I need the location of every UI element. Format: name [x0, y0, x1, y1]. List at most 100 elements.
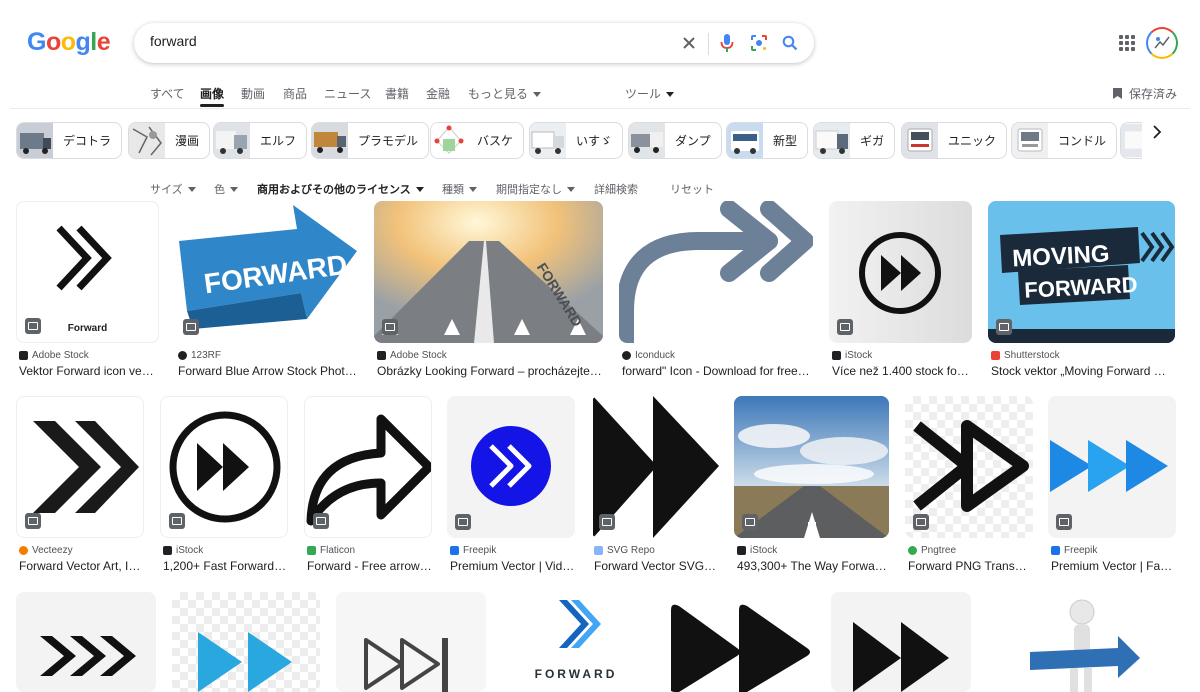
microphone-icon[interactable] — [716, 32, 738, 54]
search-icon[interactable] — [779, 32, 801, 54]
result-image[interactable] — [829, 201, 972, 343]
result-image[interactable] — [16, 396, 144, 538]
image-badge-icon — [913, 514, 929, 530]
result-title[interactable]: Forward Blue Arrow Stock Photo… — [178, 364, 358, 378]
result-title[interactable]: Více než 1.400 stock fot… — [832, 364, 972, 378]
result-image[interactable] — [831, 592, 971, 692]
tools-button[interactable]: ツール — [625, 85, 675, 102]
source-favicon — [832, 351, 841, 360]
result-image[interactable] — [734, 396, 889, 538]
result-title[interactable]: Forward Vector SVG … — [594, 559, 719, 573]
result-title[interactable]: Stock vektor „Moving Forward Wo… — [991, 364, 1175, 378]
filter-reset[interactable]: リセット — [670, 181, 714, 197]
result-image[interactable]: FORWARD — [374, 201, 603, 343]
result-source[interactable]: Adobe Stock — [377, 350, 447, 361]
result-image[interactable] — [986, 592, 1176, 692]
result-source[interactable]: Adobe Stock — [19, 350, 89, 361]
result-image[interactable] — [447, 396, 575, 538]
result-image[interactable] — [1048, 396, 1176, 538]
result-image[interactable] — [619, 201, 813, 343]
chip-new-model[interactable]: 新型 — [726, 122, 809, 159]
result-title[interactable]: Premium Vector | Fas… — [1051, 559, 1176, 573]
chip-basketball[interactable]: バスケ — [430, 122, 525, 159]
chip-plamodel[interactable]: プラモデル — [311, 122, 430, 159]
result-title[interactable]: Obrázky Looking Forward – procházejte f… — [377, 364, 603, 378]
result-image[interactable]: Forward — [16, 201, 159, 343]
filter-size[interactable]: サイズ — [150, 181, 196, 197]
tab-images[interactable]: 画像 — [200, 85, 224, 102]
chip-giga[interactable]: ギガ — [813, 122, 896, 159]
account-avatar[interactable] — [1146, 27, 1178, 59]
tab-videos[interactable]: 動画 — [241, 85, 265, 102]
apps-grid-icon[interactable] — [1119, 35, 1135, 51]
filter-license[interactable]: 商用およびその他のライセンス — [257, 181, 424, 197]
result-title[interactable]: Forward Vector Art, Ic… — [19, 559, 144, 573]
result-title[interactable]: Forward PNG Transp… — [908, 559, 1033, 573]
result-source[interactable]: SVG Repo — [594, 545, 655, 556]
filter-advanced[interactable]: 詳細検索 — [594, 181, 638, 197]
result-title[interactable]: Forward - Free arrow… — [307, 559, 432, 573]
google-logo[interactable]: Google — [27, 28, 111, 57]
chip-unic[interactable]: ユニック — [901, 122, 1008, 159]
result-source[interactable]: Freepik — [450, 545, 496, 556]
search-input[interactable] — [150, 33, 670, 49]
image-badge-icon — [25, 513, 41, 529]
result-source[interactable]: Vecteezy — [19, 545, 73, 556]
image-badge-icon — [742, 514, 758, 530]
tab-shopping[interactable]: 商品 — [283, 85, 307, 102]
chip-manga[interactable]: 漫画 — [128, 122, 211, 159]
result-source[interactable]: Pngtree — [908, 545, 956, 556]
chip-dekotora[interactable]: デコトラ — [16, 122, 123, 159]
result-image[interactable]: FORWARD — [501, 592, 651, 692]
chip-elf[interactable]: エルフ — [213, 122, 308, 159]
chip-partial[interactable] — [1120, 122, 1142, 159]
result-source[interactable]: Iconduck — [622, 350, 675, 361]
source-favicon — [377, 351, 386, 360]
result-source[interactable]: Shutterstock — [991, 350, 1060, 361]
result-image[interactable] — [172, 592, 320, 692]
filter-time[interactable]: 期間指定なし — [496, 181, 575, 197]
chip-isuzu[interactable]: いすゞ — [529, 122, 624, 159]
result-image[interactable]: MOVING FORWARD — [988, 201, 1175, 343]
result-source[interactable]: iStock — [163, 545, 203, 556]
chevron-right-icon[interactable] — [1147, 122, 1167, 142]
source-favicon — [1051, 546, 1060, 555]
clear-icon[interactable] — [678, 32, 700, 54]
triple-chevron-icon — [40, 636, 136, 676]
result-title[interactable]: Vektor Forward icon vect… — [19, 364, 159, 378]
source-favicon — [178, 351, 187, 360]
tab-news[interactable]: ニュース — [324, 85, 371, 102]
filter-color[interactable]: 色 — [214, 181, 238, 197]
chip-dump[interactable]: ダンプ — [628, 122, 722, 159]
result-source[interactable]: Flaticon — [307, 545, 355, 556]
filter-type[interactable]: 種類 — [442, 181, 477, 197]
result-image[interactable] — [667, 592, 815, 692]
result-source[interactable]: iStock — [832, 350, 872, 361]
saved-link[interactable]: 保存済み — [1112, 85, 1177, 102]
lens-icon[interactable] — [748, 32, 770, 54]
result-image[interactable]: FORWARD — [175, 201, 358, 343]
result-image[interactable] — [16, 592, 156, 692]
result-source[interactable]: Freepik — [1051, 545, 1097, 556]
result-title[interactable]: 493,300+ The Way Forwar… — [737, 559, 889, 573]
result-title[interactable]: 1,200+ Fast Forward … — [163, 559, 288, 573]
tab-books[interactable]: 書籍 — [385, 85, 409, 102]
result-image[interactable] — [304, 396, 432, 538]
result-title[interactable]: Premium Vector | Vid… — [450, 559, 575, 573]
result-image[interactable] — [591, 396, 719, 538]
tab-all[interactable]: すべて — [150, 85, 185, 102]
result-source[interactable]: iStock — [737, 545, 777, 556]
chip-condor[interactable]: コンドル — [1011, 122, 1118, 159]
tab-more[interactable]: もっと見る — [468, 85, 542, 102]
chip-thumbnail — [814, 123, 850, 158]
image-badge-icon — [996, 319, 1012, 335]
source-favicon — [622, 351, 631, 360]
tab-finance[interactable]: 金融 — [426, 85, 450, 102]
result-image[interactable] — [905, 396, 1033, 538]
result-image[interactable] — [336, 592, 486, 692]
moving-forward-banner: MOVING FORWARD — [988, 201, 1175, 343]
result-image[interactable] — [160, 396, 288, 538]
result-source[interactable]: 123RF — [178, 350, 221, 361]
more-caret-icon — [533, 92, 542, 97]
result-title[interactable]: forward" Icon - Download for free –… — [622, 364, 812, 378]
